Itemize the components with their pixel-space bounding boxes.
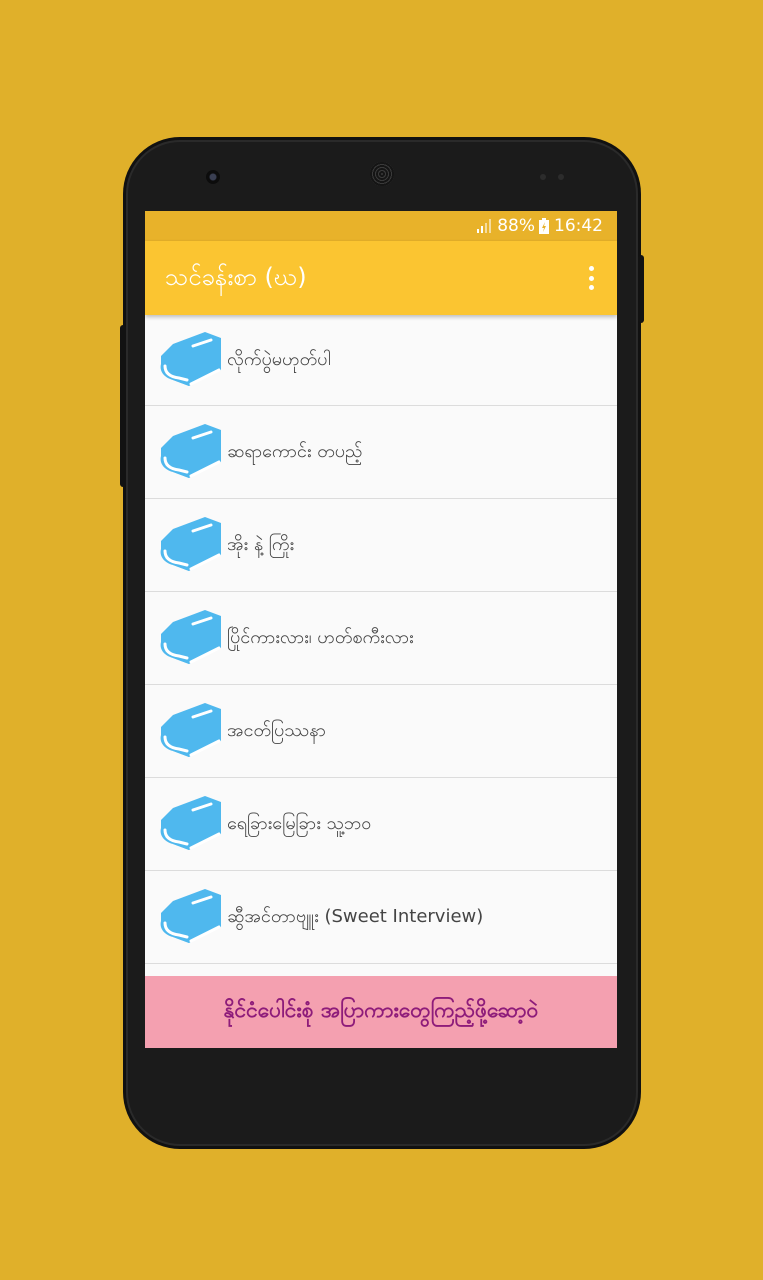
app-screen: 88% 16:42 သင်ခန်းစာ (ဃ) လိုက်ပွဲမဟုတ်ပါ (145, 211, 617, 1048)
book-icon (160, 703, 221, 757)
list-item[interactable]: ရေခြားမြေခြား သူ့ဘဝ (145, 778, 617, 871)
battery-percent: 88% (497, 216, 535, 236)
list-item[interactable]: ဆရာကောင်း တပည့် (145, 406, 617, 499)
book-icon (160, 332, 221, 386)
earpiece-speaker (370, 162, 394, 186)
list-item[interactable]: အိုး နဲ့ ကြိုး (145, 499, 617, 592)
page-title: သင်ခန်းစာ (ဃ) (165, 263, 307, 291)
status-bar: 88% 16:42 (145, 211, 617, 241)
proximity-sensor (540, 174, 546, 180)
list-item-label: ဆွီအင်တာဗျူး (Sweet Interview) (227, 905, 484, 927)
front-camera (206, 170, 220, 184)
lesson-list: လိုက်ပွဲမဟုတ်ပါ ဆရာကောင်း တပည့် အိုး နဲ့… (145, 315, 617, 964)
list-item-label: ရေခြားမြေခြား သူ့ဘဝ (227, 812, 372, 834)
list-item[interactable]: ဆွီအင်တာဗျူး (Sweet Interview) (145, 871, 617, 964)
book-icon (160, 796, 221, 850)
list-item-label: အငတ်ပြဿနာ (227, 719, 326, 741)
promo-banner-text: နိုင်ငံပေါင်းစုံ အပြာကားတွေကြည့်ဖို့ဆော့… (223, 997, 539, 1022)
signal-icon (477, 219, 492, 233)
promo-banner[interactable]: နိုင်ငံပေါင်းစုံ အပြာကားတွေကြည့်ဖို့ဆော့… (145, 976, 617, 1048)
app-bar: သင်ခန်းစာ (ဃ) (145, 241, 617, 315)
battery-charging-icon (539, 218, 549, 234)
book-icon (160, 610, 221, 664)
more-vert-icon[interactable] (579, 264, 603, 292)
book-icon (160, 889, 221, 943)
light-sensor (558, 174, 564, 180)
power-button (638, 255, 644, 323)
list-item[interactable]: ပြိုင်ကားလား၊ ဟတ်စကီးလား (145, 592, 617, 685)
clock: 16:42 (554, 216, 603, 236)
list-item-label: ဆရာကောင်း တပည့် (227, 440, 363, 462)
list-item-label: အိုး နဲ့ ကြိုး (227, 533, 295, 555)
book-icon (160, 517, 221, 571)
list-item[interactable]: အငတ်ပြဿနာ (145, 685, 617, 778)
volume-button (120, 325, 126, 487)
list-item-label: လိုက်ပွဲမဟုတ်ပါ (227, 348, 331, 370)
list-item[interactable]: လိုက်ပွဲမဟုတ်ပါ (145, 315, 617, 406)
list-item-label: ပြိုင်ကားလား၊ ဟတ်စကီးလား (227, 626, 414, 648)
book-icon (160, 424, 221, 478)
